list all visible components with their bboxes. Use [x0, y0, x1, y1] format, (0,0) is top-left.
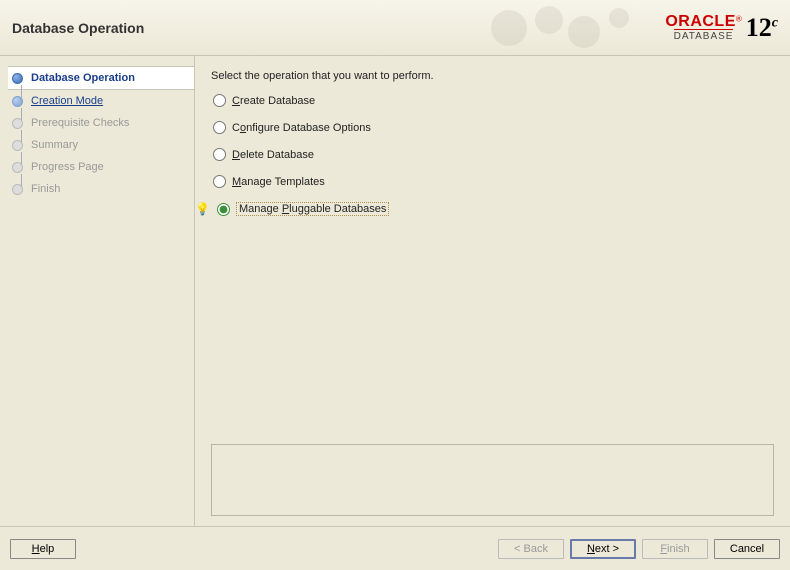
main-panel: Select the operation that you want to pe…	[195, 56, 790, 526]
wizard-step-finish: Finish	[8, 178, 194, 200]
radio-label: Configure Database Options	[232, 122, 371, 134]
next-button[interactable]: Next >	[570, 539, 636, 559]
cancel-button[interactable]: Cancel	[714, 539, 780, 559]
wizard-step-creation-mode[interactable]: Creation Mode	[8, 90, 194, 112]
header-branding: ORACLE® DATABASE 12c	[479, 0, 778, 56]
radio-input[interactable]	[213, 94, 226, 107]
wizard-step-prerequisite-checks: Prerequisite Checks	[8, 112, 194, 134]
footer: Help < Back Next > Finish Cancel	[0, 526, 790, 570]
operation-prompt: Select the operation that you want to pe…	[211, 70, 774, 82]
radio-input[interactable]	[213, 175, 226, 188]
step-label: Finish	[31, 183, 60, 195]
radio-option-delete-database[interactable]: Delete Database	[213, 148, 774, 161]
radio-input[interactable]	[217, 203, 230, 216]
wizard-step-database-operation: Database Operation	[8, 66, 194, 90]
step-label: Creation Mode	[31, 95, 103, 107]
step-label: Prerequisite Checks	[31, 117, 129, 129]
tip-icon: 💡	[195, 202, 209, 216]
radio-input[interactable]	[213, 121, 226, 134]
message-area	[211, 444, 774, 516]
oracle-logo: ORACLE® DATABASE 12c	[665, 13, 778, 43]
step-dot-icon	[12, 96, 23, 107]
step-dot-icon	[12, 184, 23, 195]
page-title: Database Operation	[12, 20, 144, 36]
wizard-sidebar: Database Operation Creation Mode Prerequis…	[0, 56, 195, 526]
step-label: Progress Page	[31, 161, 104, 173]
radio-option-manage-pluggable-databases[interactable]: 💡Manage Pluggable Databases	[213, 202, 774, 216]
operation-radio-group: Create Database Configure Database Option…	[213, 94, 774, 216]
step-label: Summary	[31, 139, 78, 151]
radio-label: Create Database	[232, 95, 315, 107]
header: Database Operation ORACLE® DATABASE 12c	[0, 0, 790, 56]
radio-input[interactable]	[213, 148, 226, 161]
step-dot-icon	[12, 162, 23, 173]
step-label: Database Operation	[31, 72, 135, 84]
step-dot-icon	[12, 118, 23, 129]
back-button: < Back	[498, 539, 564, 559]
radio-label: Manage Templates	[232, 176, 325, 188]
radio-option-configure-database-options[interactable]: Configure Database Options	[213, 121, 774, 134]
step-dot-icon	[12, 140, 23, 151]
help-button[interactable]: Help	[10, 539, 76, 559]
radio-option-manage-templates[interactable]: Manage Templates	[213, 175, 774, 188]
step-dot-icon	[12, 73, 23, 84]
radio-label: Delete Database	[232, 149, 314, 161]
wizard-step-progress-page: Progress Page	[8, 156, 194, 178]
finish-button: Finish	[642, 539, 708, 559]
radio-option-create-database[interactable]: Create Database	[213, 94, 774, 107]
gears-decoration	[479, 0, 659, 56]
wizard-step-summary: Summary	[8, 134, 194, 156]
radio-label: Manage Pluggable Databases	[236, 202, 389, 216]
